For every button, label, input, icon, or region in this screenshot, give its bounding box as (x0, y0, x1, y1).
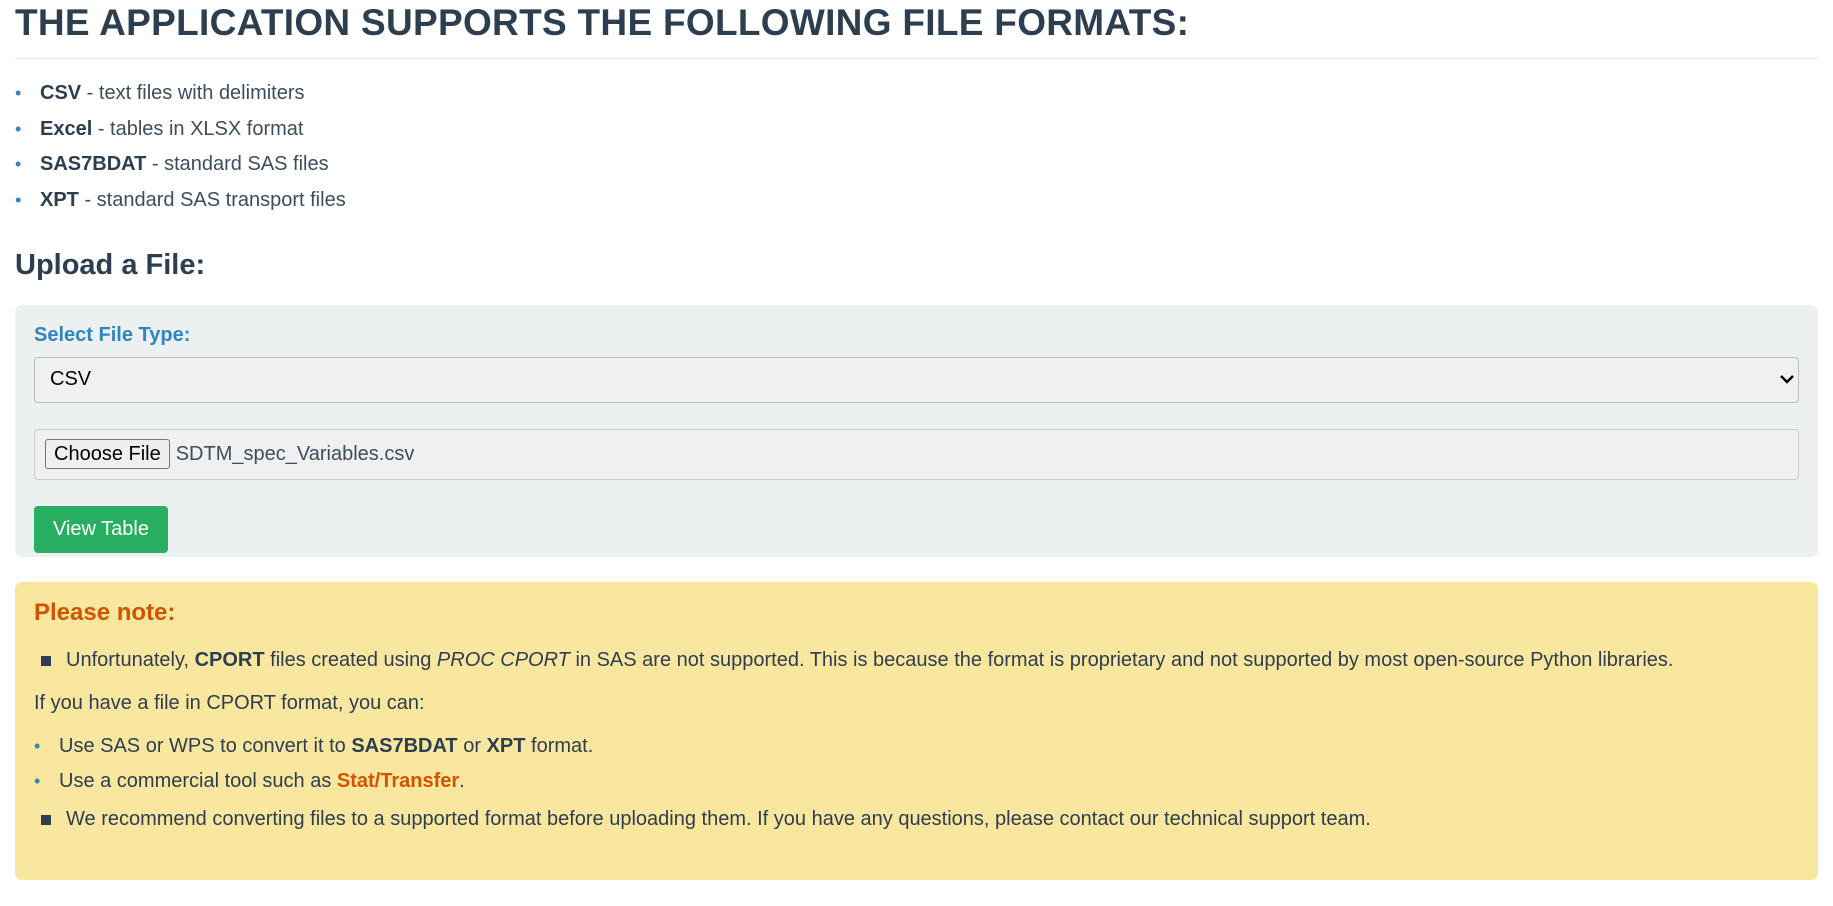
note-paragraph: Unfortunately, CPORT files created using… (34, 648, 1799, 672)
format-desc: - standard SAS files (146, 153, 329, 175)
format-list: • CSV - text files with delimiters • Excel… (15, 81, 1818, 212)
note-panel: Please note: Unfortunately, CPORT files … (15, 581, 1818, 880)
file-type-label: Select File Type: (34, 323, 191, 346)
page-title: THE APPLICATION SUPPORTS THE FOLLOWING F… (15, 0, 1818, 59)
file-type-select[interactable]: CSV (34, 356, 1799, 403)
upload-panel: Select File Type: CSV Choose File SDTM_s… (15, 304, 1818, 557)
text: Unfortunately, (66, 648, 195, 671)
format-name: XPT (40, 188, 79, 211)
note-text: We recommend converting files to a suppo… (66, 807, 1371, 830)
format-name: CSV (40, 82, 82, 104)
list-item: • XPT - standard SAS transport files (15, 188, 1818, 212)
choose-file-button[interactable]: Choose File (45, 439, 170, 469)
list-item: • Use SAS or WPS to convert it to SAS7BDA… (34, 734, 1799, 758)
list-item: • CSV - text files with delimiters (15, 81, 1818, 105)
bullet-icon: • (34, 735, 41, 756)
text: Use SAS or WPS to convert it to (59, 734, 352, 757)
stat-transfer-text: Stat/Transfer (336, 769, 460, 792)
upload-heading: Upload a File: (15, 248, 206, 281)
square-bullet-icon (41, 814, 51, 825)
text-bold: CPORT (194, 648, 265, 671)
file-name: SDTM_spec_Variables.csv (175, 442, 415, 465)
bullet-icon: • (34, 770, 41, 791)
format-name: Excel (40, 117, 93, 140)
text: or (457, 734, 487, 757)
note-text: Unfortunately, CPORT files created using… (66, 648, 1673, 672)
text: Use a commercial tool such as (59, 769, 337, 792)
list-item: • Use a commercial tool such as Stat/Tran… (34, 769, 1799, 793)
file-input[interactable]: Choose File SDTM_spec_Variables.csv (34, 428, 1799, 480)
note-intro: If you have a file in CPORT format, you … (34, 691, 425, 714)
format-desc: - standard SAS transport files (78, 188, 346, 211)
text-bold: XPT (486, 734, 526, 757)
list-item: • SAS7BDAT - standard SAS files (15, 152, 1818, 176)
note-paragraph: We recommend converting files to a suppo… (34, 807, 1799, 831)
options-list: • Use SAS or WPS to convert it to SAS7BDA… (34, 734, 1799, 793)
text: files created using (264, 648, 437, 671)
selected-file-type: CSV (50, 368, 92, 390)
note-title: Please note: (34, 598, 176, 626)
text-italic: PROC CPORT (436, 648, 570, 671)
format-desc: - tables in XLSX format (92, 117, 304, 140)
view-table-button[interactable]: View Table (34, 505, 168, 553)
chevron-down-icon (1780, 371, 1794, 389)
square-bullet-icon (41, 655, 51, 666)
bullet-icon: • (15, 83, 22, 103)
list-item: • Excel - tables in XLSX format (15, 117, 1818, 141)
text: in SAS are not supported. This is becaus… (569, 648, 1674, 671)
bullet-icon: • (15, 118, 22, 139)
format-name: SAS7BDAT (40, 153, 147, 175)
bullet-icon: • (15, 154, 22, 174)
text-bold: SAS7BDAT (351, 734, 458, 757)
text: format. (525, 734, 594, 757)
format-desc: - text files with delimiters (81, 82, 305, 104)
text: . (459, 769, 465, 792)
bullet-icon: • (15, 189, 22, 210)
page: THE APPLICATION SUPPORTS THE FOLLOWING F… (0, 0, 1833, 880)
